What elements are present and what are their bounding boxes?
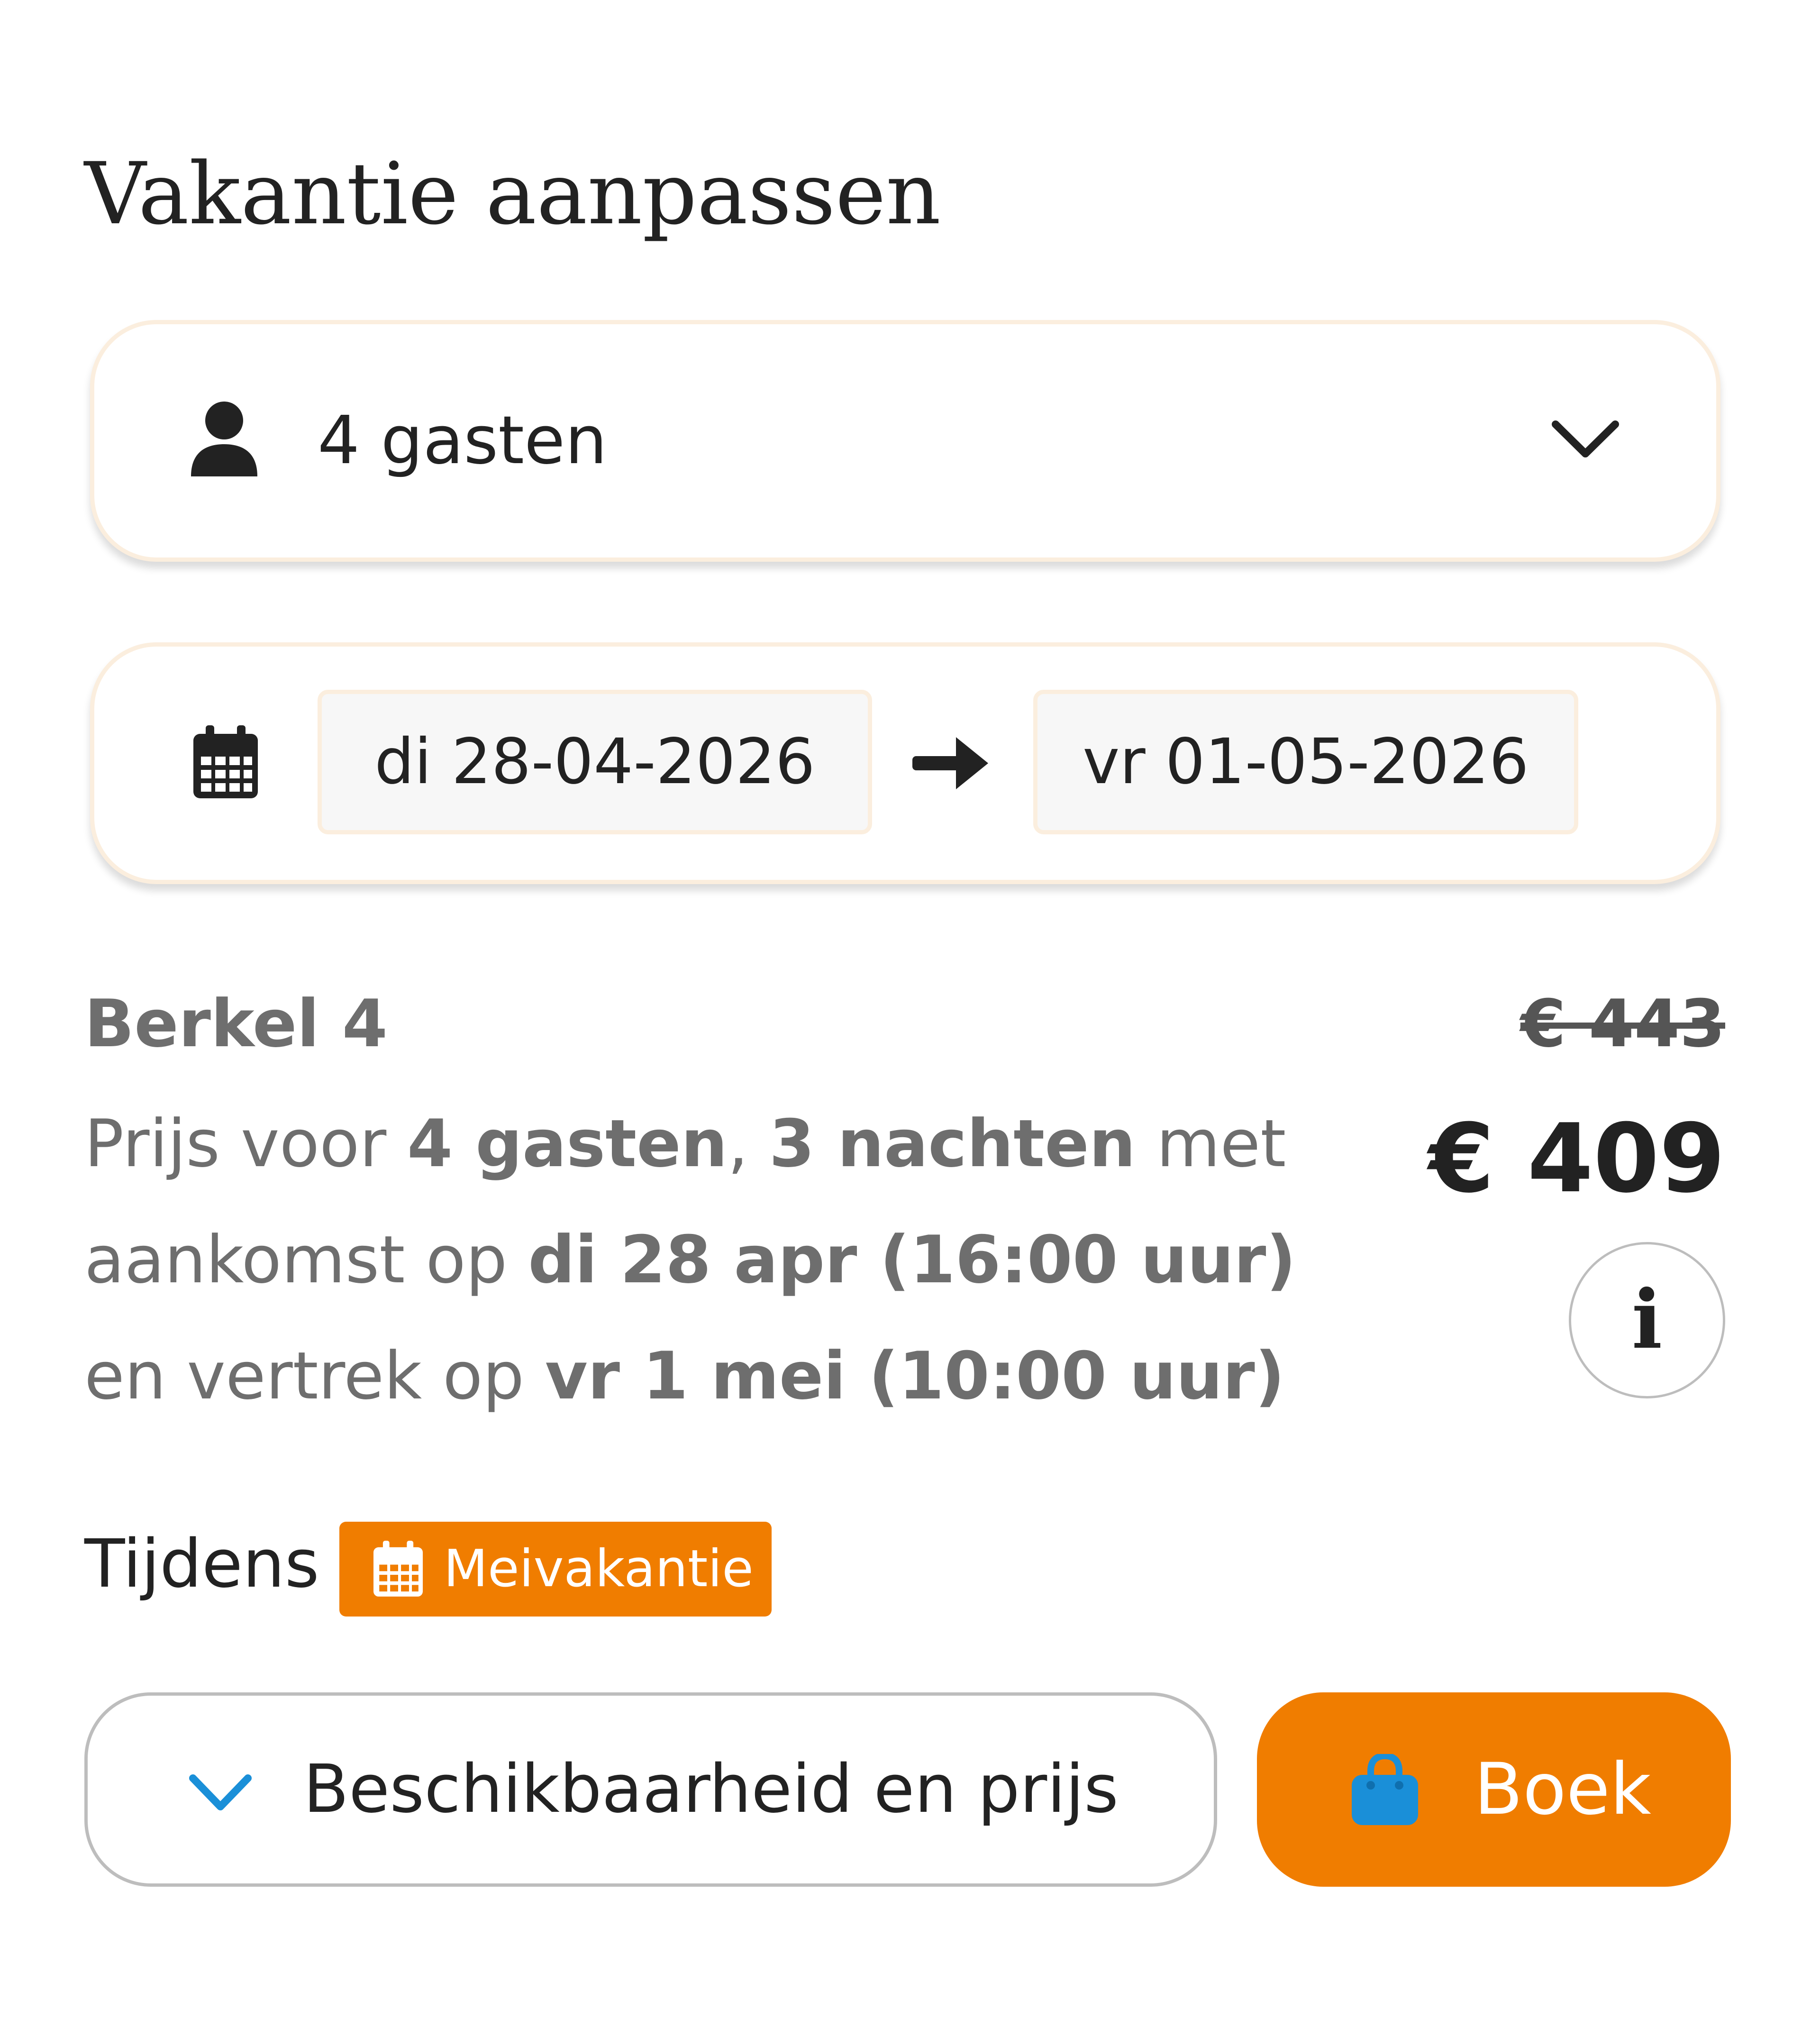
accommodation-name: Berkel 4 <box>84 986 388 1062</box>
person-icon <box>191 402 257 476</box>
chevron-down-icon[interactable] <box>1550 415 1621 462</box>
holiday-badge-label: Meivakantie <box>444 1539 754 1599</box>
shopping-bag-icon <box>1352 1754 1418 1825</box>
price-info-button[interactable]: i <box>1569 1242 1725 1398</box>
arrow-right-icon <box>912 737 988 789</box>
current-price: € 409 <box>1428 1104 1725 1214</box>
departure-date-field[interactable]: vr 01-05-2026 <box>1033 690 1578 834</box>
price-description: Prijs voor 4 gasten, 3 nachten met aanko… <box>84 1105 1296 1414</box>
period-prefix: Tijdens <box>84 1525 319 1603</box>
book-button[interactable]: Boek <box>1257 1692 1731 1887</box>
availability-and-price-button[interactable]: Beschikbaarheid en prijs <box>84 1692 1217 1887</box>
holiday-badge: Meivakantie <box>339 1522 772 1617</box>
chevron-down-icon <box>189 1774 252 1810</box>
book-button-label: Boek <box>1474 1748 1651 1831</box>
guests-label: 4 gasten <box>318 402 607 479</box>
calendar-icon <box>373 1541 423 1597</box>
page-title: Vakantie aanpassen <box>84 145 941 244</box>
calendar-icon <box>193 725 258 798</box>
availability-button-label: Beschikbaarheid en prijs <box>303 1751 1119 1828</box>
original-price: € 443 <box>1520 986 1725 1062</box>
arrival-date-field[interactable]: di 28-04-2026 <box>318 690 872 834</box>
